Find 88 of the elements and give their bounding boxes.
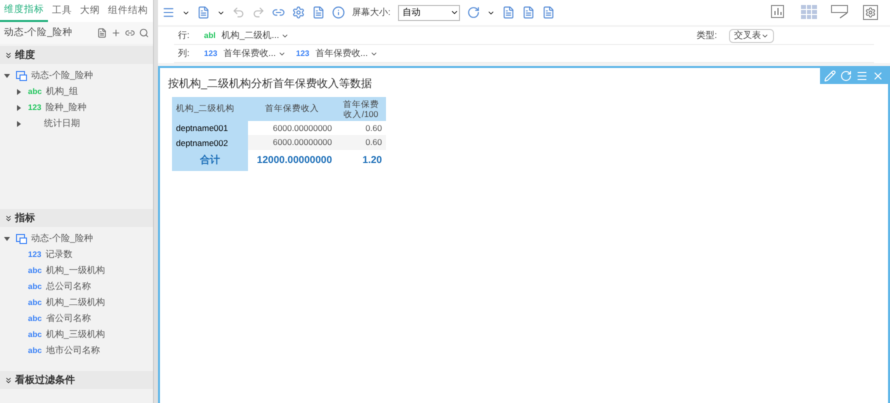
table-cell: 6000.00000000 [248, 135, 336, 150]
field-type-icon: 123 [28, 249, 42, 261]
tree-item[interactable]: abc 机构_一级机构 [16, 263, 153, 279]
axis-label: 行: [177, 28, 191, 42]
tree-label: 机构_二级机构 [46, 296, 105, 310]
field-label: 首年保费收... [315, 46, 368, 60]
tree-item[interactable]: 统计日期 [16, 116, 153, 132]
document-icon[interactable] [312, 6, 325, 19]
collapse-icon[interactable] [4, 376, 13, 384]
tree-item[interactable]: 123 记录数 [16, 247, 153, 263]
field-chip[interactable]: 123 首年保费收... [204, 46, 296, 60]
total-cell: 合计 [172, 150, 248, 171]
section-title: 指标 [15, 212, 35, 226]
dataset-icon [16, 71, 27, 81]
column-header: 首年保费收入/100 [336, 96, 386, 120]
field-type-icon: 123 [296, 48, 310, 60]
tree-label: 统计日期 [44, 117, 80, 130]
field-type-icon: abc [28, 329, 42, 341]
tree-item[interactable]: abc 机构_二级机构 [16, 295, 153, 311]
sidebar-tab[interactable]: 组件结构 [104, 0, 152, 22]
section-title: 看板过滤条件 [15, 374, 75, 388]
tree-label: 记录数 [45, 248, 72, 262]
tree-label: 总公司名称 [46, 280, 91, 294]
add-icon[interactable] [111, 28, 121, 38]
table-cell: deptname001 [172, 120, 248, 136]
field-type-icon: abc [28, 345, 42, 357]
tree-label: 险种_险种 [45, 101, 86, 114]
collapse-icon[interactable] [4, 214, 13, 222]
caret-icon[interactable] [450, 8, 459, 17]
dataset-icon [16, 234, 27, 244]
link-icon[interactable] [125, 28, 135, 38]
table-cell: deptname002 [172, 135, 248, 150]
tree-item[interactable]: 动态-个险_险种 [4, 231, 153, 247]
field-type-icon: abc [28, 297, 42, 309]
column-header: 机构_二级机构 [172, 96, 248, 120]
tree-label: 机构_组 [46, 85, 78, 98]
settings-icon[interactable] [292, 6, 305, 19]
field-type-icon: abc [28, 313, 42, 325]
tree-label: 动态-个险_险种 [31, 232, 94, 246]
tree-item[interactable]: 动态-个险_险种 [4, 68, 153, 84]
screen-size-select[interactable]: 自动 [398, 4, 460, 20]
sidebar-tab[interactable]: 大纲 [76, 0, 104, 22]
tree-item[interactable]: abc 省公司名称 [16, 311, 153, 327]
section-header[interactable]: 指标 [0, 209, 153, 227]
field-type-icon: 123 [204, 48, 218, 60]
tree-item[interactable]: abc 总公司名称 [16, 279, 153, 295]
field-label: 首年保费收... [223, 46, 276, 60]
tree-label: 机构_三级机构 [46, 328, 105, 342]
table-cell: 0.60 [336, 135, 386, 150]
tree-item[interactable]: 123 险种_险种 [16, 100, 153, 116]
panel-title: 按机构_二级机构分析首年保费收入等数据 [168, 77, 374, 92]
tree-label: 地市公司名称 [46, 344, 100, 358]
field-type-icon: 123 [28, 102, 42, 114]
column-header: 首年保费收入 [248, 96, 336, 120]
tree-item[interactable]: abc 地市公司名称 [16, 343, 153, 359]
search-icon[interactable] [139, 28, 149, 38]
section-title: 维度 [15, 48, 35, 62]
type-select[interactable]: 交叉表 [729, 28, 774, 42]
tree-item[interactable]: abc 机构_组 [16, 84, 153, 100]
total-cell: 1.20 [336, 150, 386, 171]
section-header[interactable]: 看板过滤条件 [0, 371, 153, 389]
chart-icon[interactable] [771, 5, 787, 20]
sidebar-tab[interactable]: 工具 [48, 0, 76, 22]
field-chip[interactable]: abl 机构_二级机... [204, 28, 296, 42]
tree-label: 动态-个险_险种 [31, 69, 94, 82]
field-type-icon: abl [204, 30, 216, 42]
table-cell: 0.60 [336, 120, 386, 136]
screen-size-label: 屏幕大小: [352, 6, 391, 19]
dataset-name: 动态-个险_险种 [4, 26, 74, 40]
collapse-icon[interactable] [4, 50, 13, 60]
tree-label: 省公司名称 [46, 312, 91, 326]
field-type-icon: abc [28, 86, 42, 98]
tree-label: 机构_一级机构 [46, 264, 105, 278]
menu-icon[interactable] [162, 6, 175, 19]
settings-icon[interactable] [863, 5, 878, 20]
type-label: 类型: [696, 28, 717, 42]
tree-item[interactable]: abc 机构_三级机构 [16, 327, 153, 343]
field-label: 机构_二级机... [222, 28, 280, 42]
total-cell: 12000.00000000 [248, 150, 336, 171]
field-chip[interactable]: 123 首年保费收... [296, 46, 388, 60]
field-type-icon: abc [28, 265, 42, 277]
table-cell: 6000.00000000 [248, 120, 336, 136]
info-icon[interactable] [332, 6, 345, 19]
field-type-icon: abc [28, 281, 42, 293]
section-header[interactable]: 维度 [0, 46, 153, 64]
refresh-icon[interactable] [466, 6, 480, 19]
document-icon[interactable] [97, 28, 107, 38]
axis-label: 列: [177, 46, 191, 60]
